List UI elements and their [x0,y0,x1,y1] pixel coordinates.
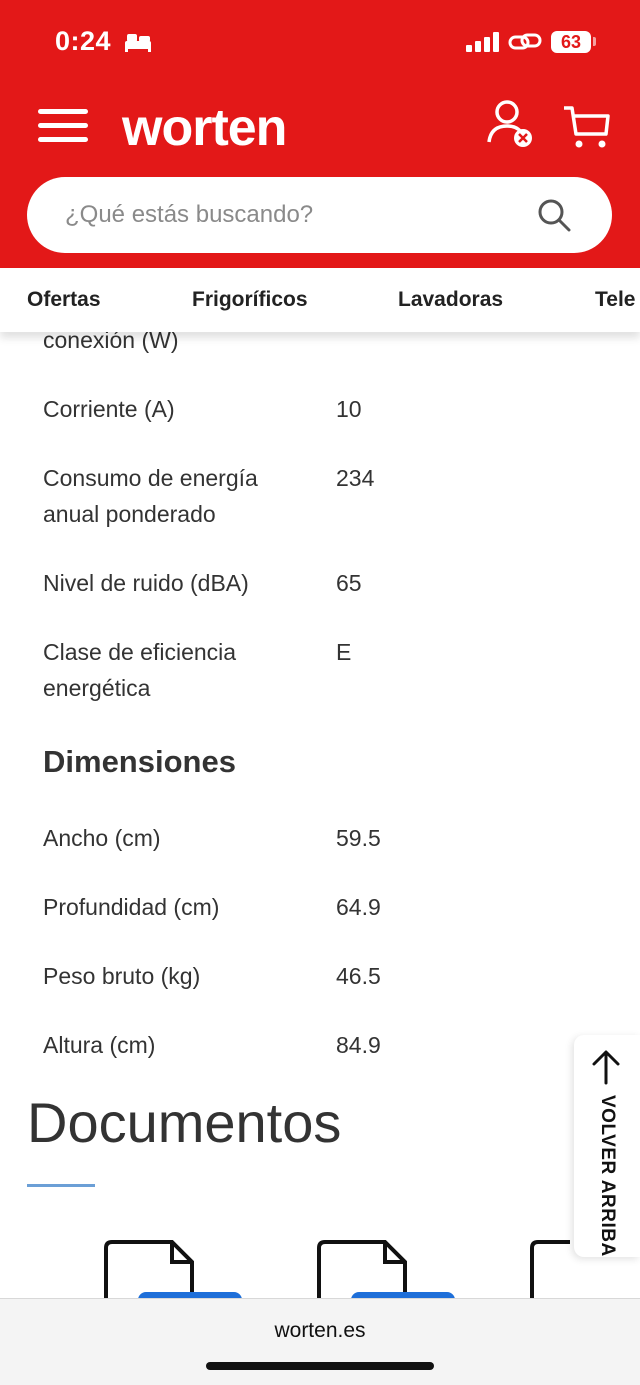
category-ofertas[interactable]: Ofertas [27,288,101,312]
arrow-up-icon [591,1049,621,1090]
dimensions-title: Dimensiones [43,744,236,779]
spec-value-width: 59.5 [336,825,381,851]
cart-icon[interactable] [562,104,610,155]
bed-icon [124,32,152,57]
user-account-icon[interactable] [486,100,534,153]
spec-value-efficiency-class: E [336,639,352,665]
spec-label-width: Ancho (cm) [43,825,161,851]
back-to-top-label: VOLVER ARRIBA [597,1095,618,1257]
spec-label-depth: Profundidad (cm) [43,894,220,920]
spec-value-energy-consumption: 234 [336,465,375,491]
worten-logo[interactable]: worten [122,98,287,158]
spec-label-energy-consumption: Consumo de energía anual ponderado [43,465,258,527]
status-time: 0:24 [55,26,112,56]
home-indicator[interactable] [206,1362,434,1370]
site-header: 0:24 63 worten [0,0,640,268]
spec-value-noise-level: 65 [336,570,362,596]
spec-value-depth: 64.9 [336,894,381,920]
search-bar[interactable] [27,177,612,253]
browser-bottom-bar: worten.es [0,1298,640,1385]
back-to-top-button[interactable]: VOLVER ARRIBA [574,1035,640,1257]
spec-value-current: 10 [336,396,362,422]
category-televisores[interactable]: Tele [595,288,635,312]
battery-tip [593,37,596,46]
category-frigorificos[interactable]: Frigoríficos [192,288,308,312]
link-icon [508,31,542,58]
document-file-icon[interactable] [317,1240,457,1300]
spec-label-noise-level: Nivel de ruido (dBA) [43,570,249,596]
search-input[interactable] [65,195,525,235]
document-file-icon[interactable] [530,1240,574,1300]
document-file-icon[interactable] [104,1240,244,1300]
menu-icon[interactable] [38,108,88,149]
documents-title: Documentos [27,1091,342,1154]
spec-label-efficiency-class: Clase de eficiencia energética [43,639,237,701]
category-lavadoras[interactable]: Lavadoras [398,288,503,312]
spec-label-height: Altura (cm) [43,1032,156,1058]
spec-label-gross-weight: Peso bruto (kg) [43,963,201,989]
documents-underline [27,1184,95,1187]
battery-icon: 63 [551,31,591,53]
spec-value-height: 84.9 [336,1032,381,1058]
spec-value-gross-weight: 46.5 [336,963,381,989]
search-icon[interactable] [537,198,571,237]
signal-icon [466,32,500,57]
category-nav: Ofertas Frigoríficos Lavadoras Tele [0,268,640,332]
spec-label-current: Corriente (A) [43,396,175,422]
browser-url[interactable]: worten.es [0,1319,640,1343]
